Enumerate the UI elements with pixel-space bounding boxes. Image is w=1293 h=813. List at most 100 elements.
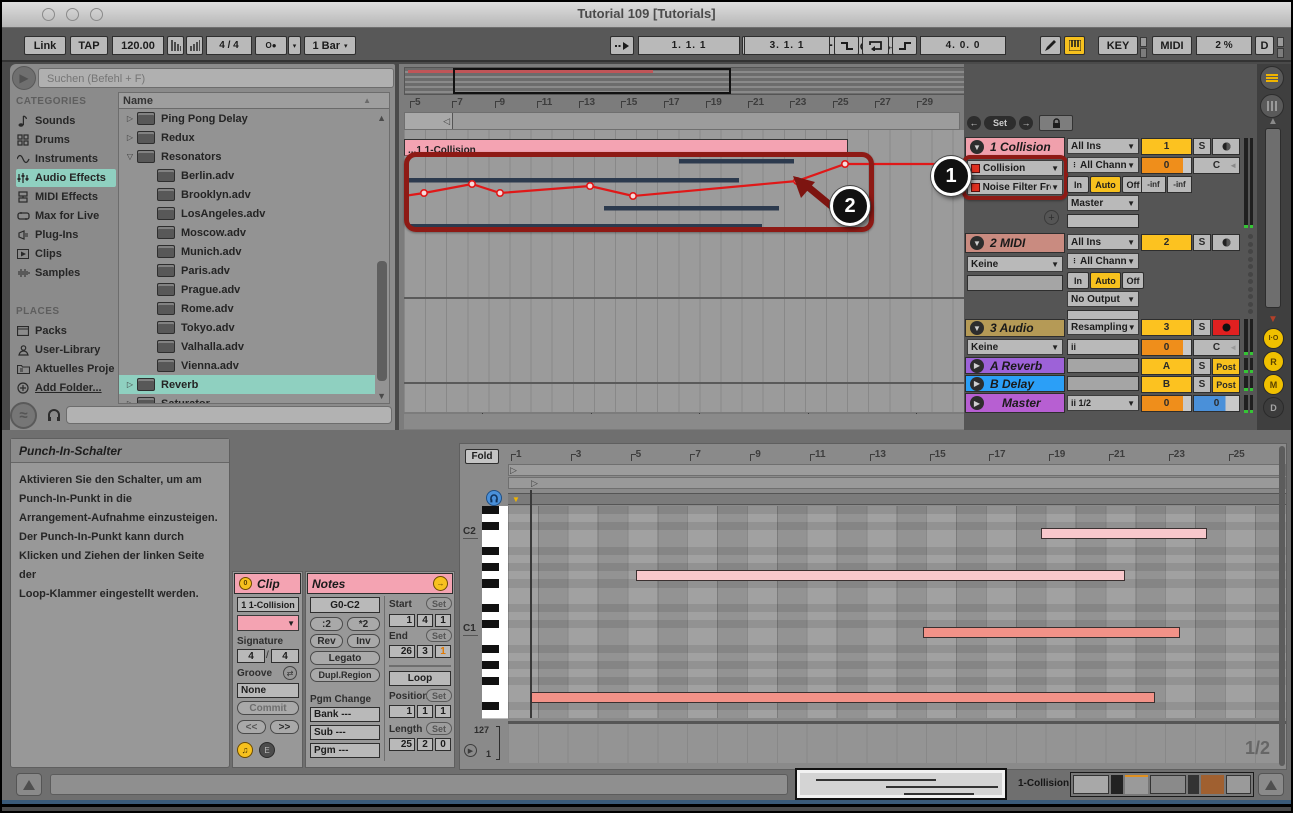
list-item-paris-adv[interactable]: Paris.adv — [119, 261, 375, 280]
end-sixteenth[interactable]: 1 — [435, 645, 451, 658]
punch-in-button[interactable] — [834, 36, 859, 55]
computer-midi-keyboard-button[interactable] — [1064, 36, 1085, 55]
track1-input-type[interactable]: All Ins▼ — [1067, 138, 1139, 154]
fold-track-icon[interactable]: ▶ — [970, 396, 984, 410]
show-info-toggle[interactable] — [16, 773, 42, 796]
piano-white-key[interactable] — [482, 710, 508, 719]
bank-field[interactable]: Bank --- — [310, 707, 380, 722]
browser-collapse-button[interactable]: ▶ — [12, 66, 36, 90]
list-item-rome-adv[interactable]: Rome.adv — [119, 299, 375, 318]
velocity-lane[interactable] — [508, 721, 1286, 763]
track2-monitor-auto[interactable]: Auto — [1090, 272, 1121, 289]
track2-input-type[interactable]: All Ins▼ — [1067, 234, 1139, 250]
track1-volume[interactable]: 0 — [1141, 157, 1192, 174]
prev-breakpoint-button[interactable]: ← — [967, 116, 981, 130]
track-header-1-collision[interactable]: ▼ 1 Collision — [965, 137, 1065, 157]
link-button[interactable]: Link — [24, 36, 66, 55]
start-bar[interactable]: 1 — [389, 614, 415, 627]
clip-color-chooser[interactable]: ▼ — [237, 615, 299, 631]
return-a-solo-button[interactable]: S — [1193, 358, 1211, 375]
sidebar-item-drums[interactable]: Drums — [16, 131, 116, 149]
list-scroll-up-icon[interactable]: ▲ — [377, 113, 386, 123]
preview-bar[interactable] — [66, 406, 392, 424]
list-scroll-down-icon[interactable]: ▼ — [377, 391, 386, 401]
list-item-moscow-adv[interactable]: Moscow.adv — [119, 223, 375, 242]
search-box[interactable] — [38, 68, 394, 88]
list-item-valhalla-adv[interactable]: Valhalla.adv — [119, 337, 375, 356]
groove-swing-icon[interactable]: ⇄ — [283, 666, 297, 680]
start-beat[interactable]: 4 — [417, 614, 433, 627]
groove-chooser[interactable]: None — [237, 683, 299, 698]
midi-note[interactable] — [636, 570, 1125, 581]
show-detail-toggle[interactable] — [1258, 773, 1284, 796]
length-sixteenth[interactable]: 0 — [435, 738, 451, 751]
return-b-activator[interactable]: B — [1141, 376, 1192, 393]
midi-note[interactable] — [923, 627, 1180, 638]
mixer-section-toggle[interactable] — [1260, 66, 1284, 90]
tempo-field[interactable]: 120.00 — [112, 36, 164, 55]
position-bar[interactable]: 1 — [389, 705, 415, 718]
end-bar[interactable]: 26 — [389, 645, 415, 658]
list-item-redux[interactable]: ▷Redux — [119, 128, 375, 147]
midi-note[interactable] — [1041, 528, 1207, 539]
device-chain-thumbnail[interactable] — [1070, 772, 1254, 797]
reverse-button[interactable]: Rev — [310, 634, 343, 648]
show-delay-button[interactable]: D — [1263, 397, 1284, 418]
sidebar-item-aktuelles-proje[interactable]: Aktuelles Proje — [16, 360, 116, 378]
loop-button[interactable] — [862, 36, 889, 55]
sidebar-item-instruments[interactable]: Instruments — [16, 150, 116, 168]
return-b-header[interactable]: ▶ B Delay — [965, 375, 1065, 392]
sort-asc-icon[interactable]: ▲ — [363, 96, 371, 105]
track-lanes[interactable]: ...1 1-Collision 2 1/1 0:100:200:300:400… — [404, 130, 964, 412]
list-item-losangeles-adv[interactable]: LosAngeles.adv — [119, 204, 375, 223]
track3-arm-button[interactable] — [1212, 319, 1240, 336]
return-a-post-button[interactable]: Post — [1212, 358, 1240, 375]
loop-toggle-button[interactable]: Loop — [389, 671, 451, 686]
track2-output-type[interactable]: No Output▼ — [1067, 291, 1139, 307]
unfold-track-icon[interactable]: ▼ — [970, 321, 984, 335]
midi-note[interactable] — [531, 692, 1155, 703]
sidebar-item-samples[interactable]: Samples — [16, 264, 116, 282]
midi-map-button[interactable]: MIDI — [1152, 36, 1192, 55]
track3-solo-button[interactable]: S — [1193, 319, 1211, 336]
end-set-button[interactable]: Set — [426, 629, 452, 642]
loop-brace-start-marker[interactable]: ◁ — [405, 113, 453, 129]
track1-activator[interactable]: 1 — [1141, 138, 1192, 155]
lock-envelopes-button[interactable] — [1039, 115, 1073, 131]
list-scrollbar[interactable] — [377, 261, 387, 381]
track2-device-chooser[interactable]: Keine▼ — [967, 256, 1063, 272]
return-a-header[interactable]: ▶ A Reverb — [965, 357, 1065, 374]
list-item-brooklyn-adv[interactable]: Brooklyn.adv — [119, 185, 375, 204]
position-sixteenth[interactable]: 1 — [435, 705, 451, 718]
follow-button[interactable] — [610, 36, 634, 55]
expand-icon[interactable]: ▷ — [123, 380, 137, 389]
position-beat[interactable]: 1 — [417, 705, 433, 718]
track2-input-channel[interactable]: ⋮All Channe▼ — [1067, 253, 1139, 269]
nudge-up-button[interactable] — [186, 36, 203, 55]
key-map-button[interactable]: KEY — [1098, 36, 1138, 55]
arrangement-scroll-down-icon[interactable]: ▼ — [1268, 314, 1278, 325]
track1-pan[interactable]: C◄ — [1193, 157, 1240, 174]
midi-scrollbar[interactable] — [1279, 446, 1285, 766]
quantize-menu[interactable]: 1 Bar▾ — [304, 36, 356, 55]
track1-arm-button[interactable] — [1212, 138, 1240, 155]
sidebar-item-audio-effects[interactable]: Audio Effects — [16, 169, 116, 187]
end-beat[interactable]: 3 — [417, 645, 433, 658]
track2-monitor-off[interactable]: Off — [1122, 272, 1144, 289]
list-item-munich-adv[interactable]: Munich.adv — [119, 242, 375, 261]
track-header-2-midi[interactable]: ▼ 2 MIDI — [965, 233, 1065, 253]
sidebar-item-user-library[interactable]: User-Library — [16, 341, 116, 359]
list-item-tokyo-adv[interactable]: Tokyo.adv — [119, 318, 375, 337]
length-beat[interactable]: 2 — [417, 738, 433, 751]
arrangement-scroll-up-icon[interactable]: ▲ — [1268, 116, 1278, 127]
list-item-berlin-adv[interactable]: Berlin.adv — [119, 166, 375, 185]
expand-icon[interactable]: ▷ — [123, 114, 137, 123]
overdub-d-button[interactable]: D — [1255, 36, 1274, 55]
loop-length-field[interactable]: 4. 0. 0 — [920, 36, 1006, 55]
unfold-track-icon[interactable]: ▼ — [970, 236, 984, 250]
track1-output-type[interactable]: Master▼ — [1067, 195, 1139, 211]
start-sixteenth[interactable]: 1 — [435, 614, 451, 627]
notes-panel-header[interactable]: Notes → — [307, 573, 453, 594]
list-item-ping-pong-delay[interactable]: ▷Ping Pong Delay — [119, 109, 375, 128]
clip-activator-icon[interactable]: 0 — [239, 577, 252, 590]
